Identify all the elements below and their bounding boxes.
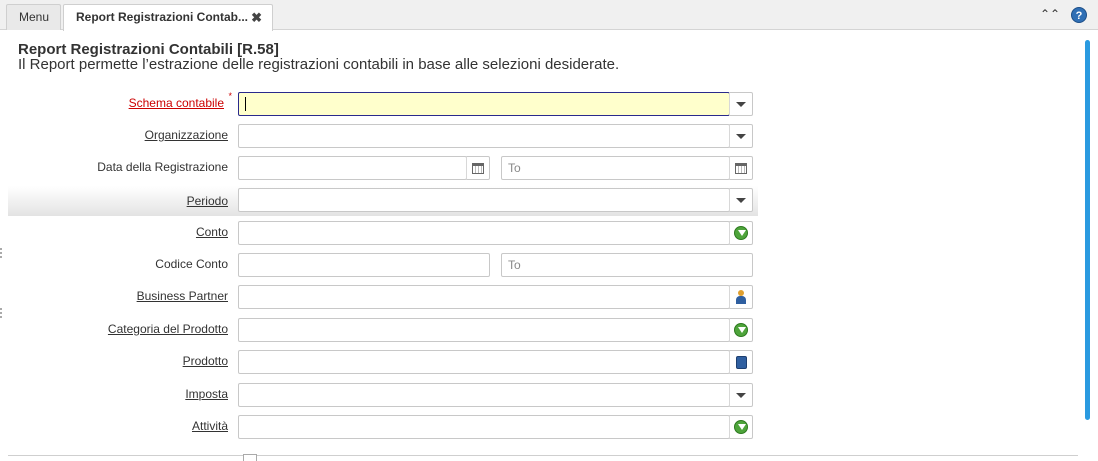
chevron-down-icon xyxy=(736,101,746,107)
imposta-label[interactable]: Imposta xyxy=(185,387,228,401)
business-partner-input[interactable] xyxy=(238,285,730,309)
conto-search-button[interactable] xyxy=(729,221,753,245)
green-arrow-icon xyxy=(734,323,748,337)
collapse-icon[interactable]: ⌃⌃ xyxy=(1040,7,1060,21)
codice-conto-label: Codice Conto xyxy=(155,257,228,271)
attivita-label[interactable]: Attività xyxy=(192,419,228,433)
row-conto: Conto xyxy=(8,219,758,245)
business-partner-label[interactable]: Business Partner xyxy=(137,289,228,303)
row-periodo: Periodo xyxy=(8,186,758,216)
schema-contabile-dropdown-button[interactable] xyxy=(729,92,753,116)
codice-conto-from-input[interactable] xyxy=(238,253,490,277)
vertical-scrollbar[interactable] xyxy=(1085,40,1090,420)
tab-report[interactable]: Report Registrazioni Contab... ✖ xyxy=(63,4,273,31)
green-arrow-icon xyxy=(734,226,748,240)
product-icon xyxy=(735,355,747,369)
process-panel: Report Registrazioni Contabili [R.58] Il… xyxy=(0,31,1098,461)
close-icon[interactable]: ✖ xyxy=(251,5,262,30)
row-organizzazione: Organizzazione xyxy=(8,122,758,148)
data-registrazione-label: Data della Registrazione xyxy=(97,160,228,174)
divider xyxy=(8,455,1078,456)
prodotto-label[interactable]: Prodotto xyxy=(183,354,228,368)
data-registrazione-from-input[interactable] xyxy=(238,156,467,180)
categoria-prodotto-input[interactable] xyxy=(238,318,730,342)
calendar-icon xyxy=(472,162,484,174)
imposta-input[interactable] xyxy=(238,383,730,407)
green-arrow-icon xyxy=(734,420,748,434)
organizzazione-dropdown-button[interactable] xyxy=(729,124,753,148)
attivita-input[interactable] xyxy=(238,415,730,439)
row-codice-conto: Codice Conto To xyxy=(8,251,758,277)
row-imposta: Imposta xyxy=(8,381,758,407)
help-icon[interactable]: ? xyxy=(1071,7,1087,23)
tab-menu[interactable]: Menu xyxy=(6,4,61,30)
conto-input[interactable] xyxy=(238,221,730,245)
data-from-calendar-button[interactable] xyxy=(466,156,490,180)
chevron-down-icon xyxy=(736,392,746,398)
periodo-label[interactable]: Periodo xyxy=(187,194,228,208)
person-icon xyxy=(735,290,747,304)
calendar-icon xyxy=(735,162,747,174)
data-to-calendar-button[interactable] xyxy=(729,156,753,180)
row-business-partner: Business Partner xyxy=(8,283,758,309)
prodotto-search-button[interactable] xyxy=(729,350,753,374)
checkbox-partial[interactable] xyxy=(243,454,257,461)
imposta-dropdown-button[interactable] xyxy=(729,383,753,407)
mandatory-marker: * xyxy=(228,91,232,101)
splitter-handle[interactable] xyxy=(0,308,2,318)
categoria-prodotto-search-button[interactable] xyxy=(729,318,753,342)
attivita-search-button[interactable] xyxy=(729,415,753,439)
row-schema-contabile: Schema contabile * xyxy=(8,90,758,116)
chevron-down-icon xyxy=(736,197,746,203)
row-prodotto: Prodotto xyxy=(8,348,758,374)
organizzazione-label[interactable]: Organizzazione xyxy=(145,128,228,142)
row-data-registrazione: Data della Registrazione To xyxy=(8,154,758,180)
prodotto-input[interactable] xyxy=(238,350,730,374)
tab-report-label: Report Registrazioni Contab... xyxy=(76,10,249,24)
chevron-down-icon xyxy=(736,133,746,139)
codice-conto-to-input[interactable]: To xyxy=(501,253,753,277)
splitter-handle[interactable] xyxy=(0,248,2,258)
page-description: Il Report permette l’estrazione delle re… xyxy=(18,56,620,73)
data-registrazione-to-input[interactable]: To xyxy=(501,156,730,180)
conto-label[interactable]: Conto xyxy=(196,225,228,239)
organizzazione-input[interactable] xyxy=(238,124,730,148)
row-attivita: Attività xyxy=(8,413,758,439)
periodo-dropdown-button[interactable] xyxy=(729,188,753,212)
row-categoria-prodotto: Categoria del Prodotto xyxy=(8,316,758,342)
periodo-input[interactable] xyxy=(238,188,730,212)
categoria-prodotto-label[interactable]: Categoria del Prodotto xyxy=(108,322,228,336)
tab-bar: Menu Report Registrazioni Contab... ✖ ⌃⌃… xyxy=(0,0,1098,31)
tab-menu-label: Menu xyxy=(19,10,50,24)
business-partner-search-button[interactable] xyxy=(729,285,753,309)
schema-contabile-input[interactable] xyxy=(238,92,730,116)
schema-contabile-label[interactable]: Schema contabile xyxy=(129,96,224,110)
